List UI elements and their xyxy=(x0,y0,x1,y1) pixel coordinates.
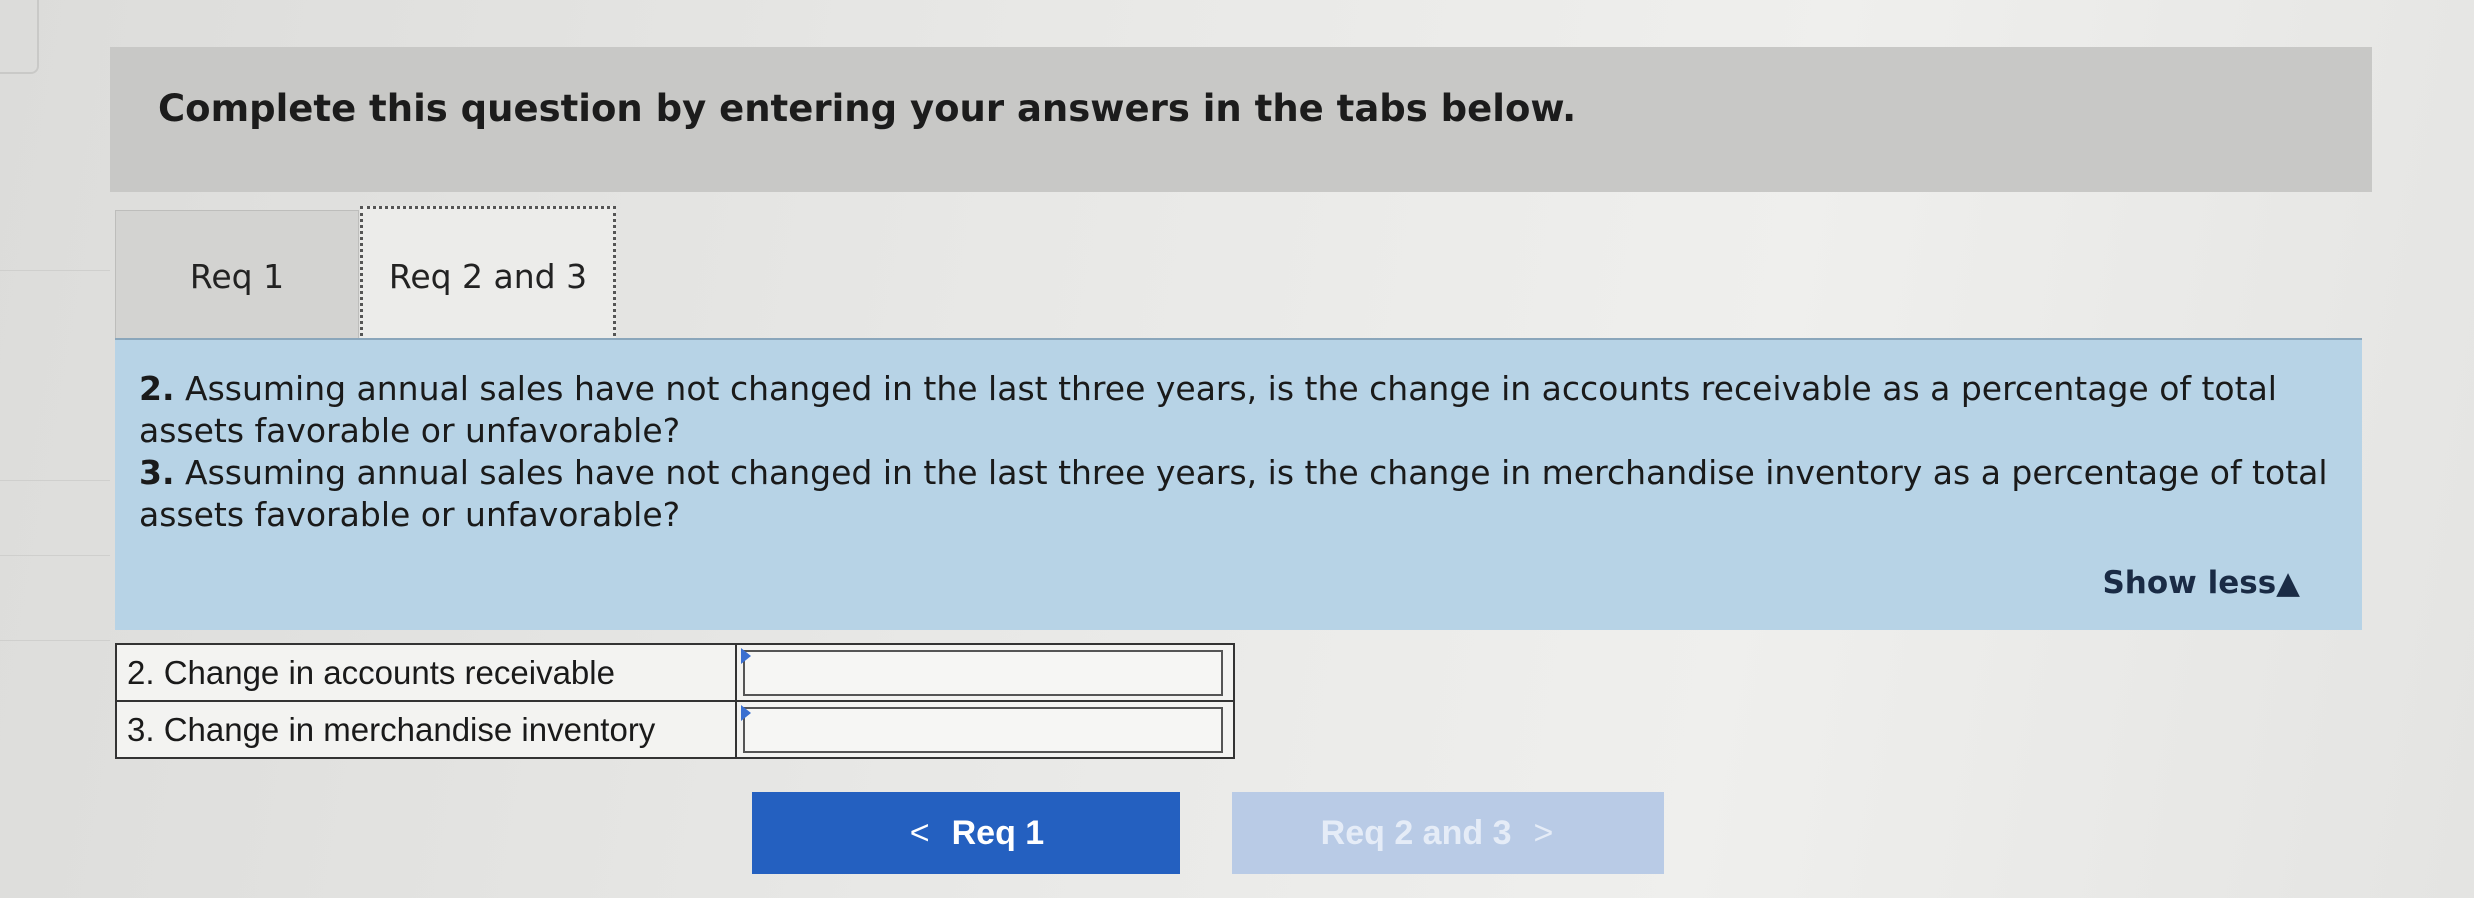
assignment-page: Complete this question by entering your … xyxy=(0,0,2474,898)
next-req-2-and-3-button[interactable]: Req 2 and 3 > xyxy=(1232,792,1664,874)
show-less-link[interactable]: Show less▲ xyxy=(2102,565,2300,601)
button-label: Req 1 xyxy=(951,813,1045,852)
dropdown-indicator-icon xyxy=(741,648,752,664)
left-edge-divider xyxy=(0,640,110,641)
answer-cell xyxy=(735,700,1235,759)
tab-label: Req 1 xyxy=(189,256,285,296)
question-3: 3. Assuming annual sales have not change… xyxy=(139,452,2339,536)
question-text: Assuming annual sales have not changed i… xyxy=(139,369,2277,450)
button-label: Req 2 and 3 xyxy=(1320,813,1512,852)
accounts-receivable-answer-input[interactable] xyxy=(743,649,1224,696)
left-edge-frame xyxy=(0,0,39,74)
question-number: 3. xyxy=(139,453,175,492)
question-text: Assuming annual sales have not changed i… xyxy=(139,453,2328,534)
tab-req-2-and-3[interactable]: Req 2 and 3 xyxy=(360,206,616,343)
table-row: 2. Change in accounts receivable xyxy=(114,643,1235,702)
prev-req-1-button[interactable]: < Req 1 xyxy=(752,792,1180,874)
row-label: 2. Change in accounts receivable xyxy=(114,643,738,702)
chevron-right-icon: > xyxy=(1533,813,1554,852)
instructions-panel: 2. Assuming annual sales have not change… xyxy=(115,338,2362,630)
row-label: 3. Change in merchandise inventory xyxy=(114,700,738,759)
question-header: Complete this question by entering your … xyxy=(110,47,2372,192)
left-edge-divider xyxy=(0,480,110,481)
chevron-left-icon: < xyxy=(909,813,930,852)
question-number: 2. xyxy=(139,369,175,408)
merchandise-inventory-answer-input[interactable] xyxy=(743,706,1224,753)
question-2: 2. Assuming annual sales have not change… xyxy=(139,368,2339,452)
left-edge-divider xyxy=(0,270,110,271)
page-title: Complete this question by entering your … xyxy=(158,87,1577,130)
tab-req-1[interactable]: Req 1 xyxy=(115,210,359,342)
answer-cell xyxy=(735,643,1235,702)
left-edge-divider xyxy=(0,555,110,556)
answer-table: 2. Change in accounts receivable 3. Chan… xyxy=(114,643,1235,759)
dropdown-indicator-icon xyxy=(741,705,752,721)
table-row: 3. Change in merchandise inventory xyxy=(114,700,1235,759)
tab-label: Req 2 and 3 xyxy=(388,256,588,296)
